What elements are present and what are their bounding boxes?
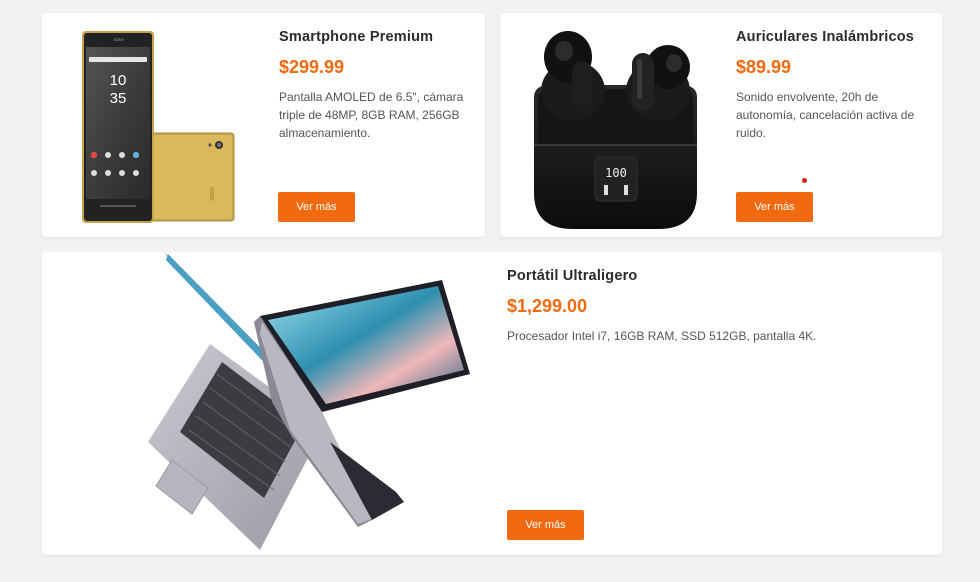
product-title: Smartphone Premium	[279, 29, 434, 45]
indicator-dot	[802, 178, 807, 183]
product-info: Auriculares Inalámbricos $89.99 Sonido e…	[736, 28, 926, 142]
phone-brand-back: SONY	[208, 187, 214, 202]
ver-mas-button[interactable]: Ver más	[507, 510, 584, 540]
product-card-earbuds: 100 Auriculares Inalámbricos $89.99 Soni…	[500, 13, 942, 237]
phone-brand-front: SONY	[114, 38, 125, 42]
product-title: Auriculares Inalámbricos	[736, 29, 915, 45]
ver-mas-button[interactable]: Ver más	[736, 192, 813, 222]
phone-clock-minutes: 35	[110, 90, 127, 107]
product-title: Portátil Ultraligero	[507, 268, 638, 284]
product-description: Sonido envolvente, 20h de autonomía, can…	[736, 90, 915, 140]
product-description: Procesador Intel i7, 16GB RAM, SSD 512GB…	[507, 329, 817, 343]
product-price: $299.99	[279, 57, 345, 77]
ver-mas-button[interactable]: Ver más	[278, 192, 355, 222]
product-info: Smartphone Premium $299.99 Pantalla AMOL…	[279, 28, 474, 142]
product-price: $1,299.00	[507, 296, 588, 316]
product-price: $89.99	[736, 57, 792, 77]
product-card-laptop: Portátil Ultraligero $1,299.00 Procesado…	[42, 252, 942, 555]
earbuds-image: 100	[528, 17, 703, 231]
product-description: Pantalla AMOLED de 6.5", cámara triple d…	[279, 90, 464, 140]
smartphone-image: SONY SONY 10 35	[80, 27, 240, 227]
laptop-image	[142, 252, 477, 552]
case-battery-display: 100	[605, 166, 627, 180]
phone-clock-hours: 10	[110, 72, 127, 89]
product-card-smartphone: SONY SONY 10 35 Smartphone Premium $299.…	[42, 13, 485, 237]
product-info: Portátil Ultraligero $1,299.00 Procesado…	[507, 267, 927, 345]
